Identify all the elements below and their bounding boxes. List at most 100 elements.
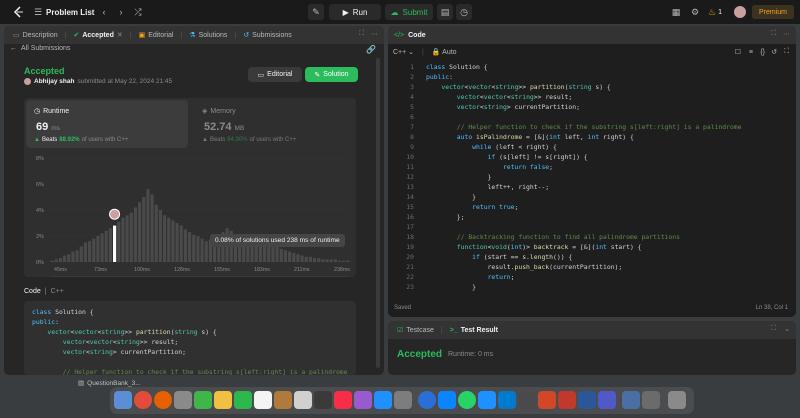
debug-icon[interactable]: ✎ <box>308 4 324 20</box>
editor-line[interactable]: 19 function<void(int)> backtrack = [&](i… <box>392 242 792 252</box>
editor-code-area[interactable]: 1 class Solution {2 public: 3 vector<vector… <box>392 62 792 294</box>
notes-app-icon[interactable] <box>274 391 292 409</box>
editor-line[interactable]: 5 vector<string> currentPartition; <box>392 102 792 112</box>
avatar[interactable] <box>734 6 746 18</box>
photos-icon[interactable] <box>214 391 232 409</box>
chevron-right-icon[interactable]: › <box>113 4 129 20</box>
fullscreen-icon[interactable]: ⛶ <box>784 48 789 56</box>
telegram-icon[interactable] <box>478 391 496 409</box>
finder-icon[interactable] <box>114 391 132 409</box>
appstore-icon[interactable] <box>374 391 392 409</box>
zoom-icon[interactable] <box>438 391 456 409</box>
gear-icon[interactable]: ⚙ <box>687 4 703 20</box>
whatsapp-icon[interactable] <box>458 391 476 409</box>
all-submissions-link[interactable]: ← All Submissions <box>10 45 70 52</box>
collapse-icon[interactable]: ⌄ <box>784 325 790 333</box>
runtime-card[interactable]: ◷ Runtime 69 ms ▲ Beats 88.92% of users … <box>26 100 188 148</box>
editor-line[interactable]: 1 class Solution { <box>392 62 792 72</box>
tab-editorial[interactable]: ▣ Editorial <box>136 31 177 40</box>
timer-icon[interactable]: ◷ <box>456 4 472 20</box>
editor-line[interactable]: 2 public: <box>392 72 792 82</box>
reset-icon[interactable]: ↺ <box>771 48 777 56</box>
word-icon[interactable] <box>578 391 596 409</box>
reminders-icon[interactable] <box>294 391 312 409</box>
music-icon[interactable] <box>334 391 352 409</box>
chrome-icon[interactable] <box>134 391 152 409</box>
teams-icon[interactable] <box>598 391 616 409</box>
streak-counter[interactable]: ♨ 1 <box>708 7 722 18</box>
editor-line[interactable]: 15 return true; <box>392 202 792 212</box>
editorial-button[interactable]: ▭ Editorial <box>248 67 302 82</box>
acrobat-icon[interactable] <box>558 391 576 409</box>
chevron-left-icon[interactable]: ‹ <box>96 4 112 20</box>
format-icon[interactable]: ≡ <box>749 49 753 56</box>
editor-line[interactable]: 17 <box>392 222 792 232</box>
editor-line[interactable]: 14 } <box>392 192 792 202</box>
notes-icon[interactable]: ▤ <box>437 4 453 20</box>
terminal-app-icon[interactable] <box>518 391 536 409</box>
folder-icon[interactable] <box>622 391 640 409</box>
powerpoint-icon[interactable] <box>538 391 556 409</box>
braces-icon[interactable]: {} <box>760 49 765 56</box>
tab-accepted[interactable]: ✔ Accepted ✕ <box>70 31 125 40</box>
more-icon[interactable]: ⋯ <box>371 30 378 38</box>
taskbar-file[interactable]: ▤ QuestionBank_3... <box>78 379 141 388</box>
expand-icon[interactable]: ⛶ <box>359 30 364 38</box>
x-tick-label: 45ms <box>54 267 67 273</box>
editor-line[interactable]: 13 left++, right--; <box>392 182 792 192</box>
problem-list-title[interactable]: Problem List <box>46 8 94 17</box>
editor-line[interactable]: 8 auto isPalindrome = [&](int left, int … <box>392 132 792 142</box>
editor-line[interactable]: 4 vector<vector<string>> result; <box>392 92 792 102</box>
tab-testcase[interactable]: ☑ Testcase <box>394 326 437 335</box>
editor-line[interactable]: 22 return; <box>392 272 792 282</box>
bookmark-icon[interactable]: ☐ <box>735 48 741 56</box>
memory-card[interactable]: ◈ Memory 52.74 MB ▲ Beats 84.90% of user… <box>194 100 354 148</box>
firefox-icon[interactable] <box>154 391 172 409</box>
tab-submissions[interactable]: ↺ Submissions <box>240 31 295 40</box>
messages-icon[interactable] <box>194 391 212 409</box>
tab-solutions[interactable]: ⚗ Solutions <box>186 31 230 40</box>
auto-mode[interactable]: 🔒 Auto <box>432 48 457 56</box>
facetime-icon[interactable] <box>234 391 252 409</box>
problem-list-icon[interactable]: ☰ <box>30 4 46 20</box>
editor-line[interactable]: 10 if (s[left] != s[right]) { <box>392 152 792 162</box>
shuffle-icon[interactable]: ⤮ <box>130 4 146 20</box>
editor-line[interactable]: 20 if (start == s.length()) { <box>392 252 792 262</box>
more-icon[interactable]: ⋯ <box>783 30 790 38</box>
leetcode-logo-icon[interactable] <box>10 4 26 20</box>
editor-line[interactable]: 12 } <box>392 172 792 182</box>
safari-icon[interactable] <box>418 391 436 409</box>
close-icon[interactable]: ✕ <box>117 31 123 39</box>
trash-icon[interactable] <box>668 391 686 409</box>
editor-line[interactable]: 9 while (left < right) { <box>392 142 792 152</box>
expand-icon[interactable]: ⛶ <box>771 325 776 333</box>
editor-line[interactable]: 21 result.push_back(currentPartition); <box>392 262 792 272</box>
editor-line[interactable]: 3 vector<vector<string>> partition(strin… <box>392 82 792 92</box>
run-button[interactable]: ▶ Run <box>329 4 381 20</box>
link-icon[interactable]: 🔗 <box>366 45 376 54</box>
layout-icon[interactable]: ▦ <box>668 4 684 20</box>
appletv-icon[interactable] <box>314 391 332 409</box>
solution-button[interactable]: ✎ Solution <box>305 67 358 82</box>
settings-app-icon[interactable] <box>394 391 412 409</box>
editor-line[interactable]: 11 return false; <box>392 162 792 172</box>
username[interactable]: Abhijay shah <box>34 78 74 85</box>
premium-button[interactable]: Premium <box>752 5 794 19</box>
scrollbar[interactable] <box>376 58 380 368</box>
preview-icon[interactable] <box>642 391 660 409</box>
runtime-distribution-chart[interactable]: 8% 6% 4% 2% 0% 45ms 73ms 100ms 128ms 155ms 183ms 21… <box>24 150 356 277</box>
calendar-icon[interactable] <box>254 391 272 409</box>
editor-line[interactable]: 23 } <box>392 282 792 292</box>
tab-test-result[interactable]: >_ Test Result <box>447 327 501 334</box>
expand-icon[interactable]: ⛶ <box>771 30 776 38</box>
editor-line[interactable]: 18 // Backtracking function to find all … <box>392 232 792 242</box>
submit-button[interactable]: ☁ Submit <box>385 4 433 20</box>
tab-description[interactable]: ▭ Description <box>10 31 61 40</box>
editor-line[interactable]: 6 <box>392 112 792 122</box>
vscode-icon[interactable] <box>498 391 516 409</box>
editor-line[interactable]: 16 }; <box>392 212 792 222</box>
podcasts-icon[interactable] <box>354 391 372 409</box>
language-select[interactable]: C++ ⌄ <box>393 48 414 56</box>
launchpad-icon[interactable] <box>174 391 192 409</box>
editor-line[interactable]: 7 // Helper function to check if the sub… <box>392 122 792 132</box>
